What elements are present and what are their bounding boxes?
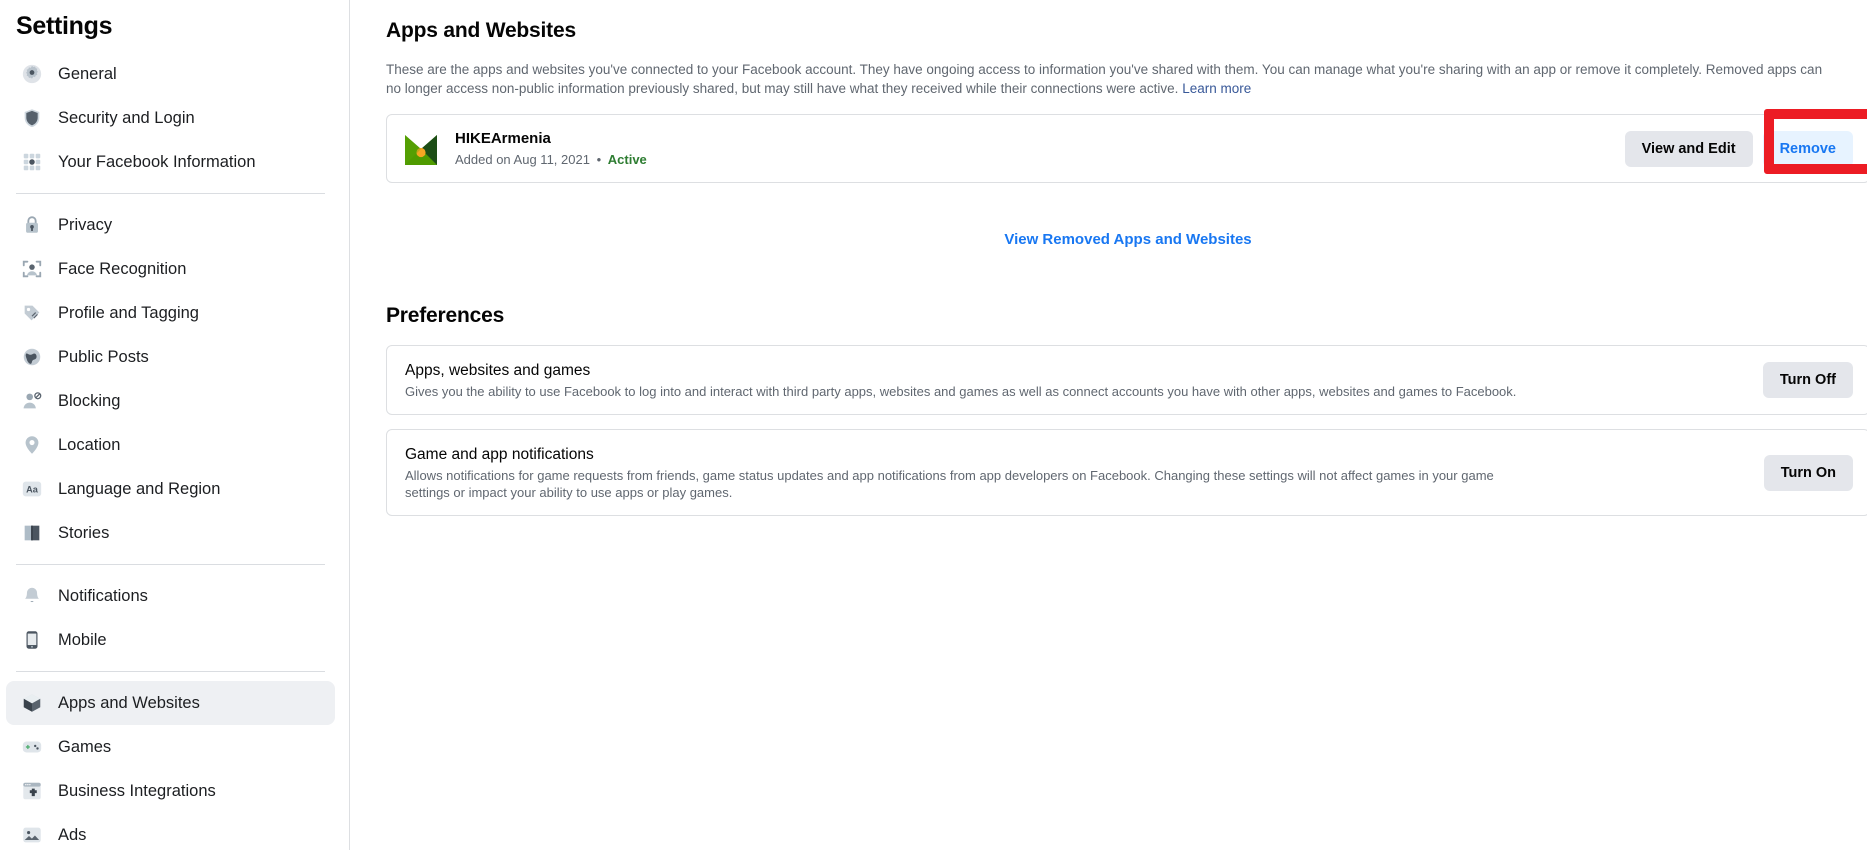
sidebar-item-label: Your Facebook Information xyxy=(58,153,256,171)
app-info: HIKEArmenia Added on Aug 11, 2021 • Acti… xyxy=(455,129,1625,168)
sidebar-item-label: Games xyxy=(58,738,112,756)
preference-text: Game and app notifications Allows notifi… xyxy=(405,444,1764,501)
sidebar-item-notifications[interactable]: Notifications xyxy=(6,574,335,618)
language-aa-icon: Aa xyxy=(20,477,44,501)
sidebar-item-face-recognition[interactable]: Face Recognition xyxy=(6,247,335,291)
sidebar-item-label: Language and Region xyxy=(58,480,221,498)
connected-apps-card: HIKEArmenia Added on Aug 11, 2021 • Acti… xyxy=(386,108,1867,183)
sidebar-divider xyxy=(16,193,325,194)
app-name: HIKEArmenia xyxy=(455,130,551,147)
view-removed-apps-and-websites-link[interactable]: View Removed Apps and Websites xyxy=(1004,231,1251,248)
cube-icon xyxy=(20,691,44,715)
page-title: Settings xyxy=(16,12,113,40)
sidebar-item-profile-and-tagging[interactable]: Profile and Tagging xyxy=(6,291,335,335)
sidebar-item-label: General xyxy=(58,65,117,83)
learn-more-link[interactable]: Learn more xyxy=(1182,81,1251,96)
business-window-icon xyxy=(20,779,44,803)
sidebar-item-label: Privacy xyxy=(58,216,113,234)
preference-text: Apps, websites and games Gives you the a… xyxy=(405,360,1763,400)
preference-card-game-app-notifications: Game and app notifications Allows notifi… xyxy=(386,429,1867,516)
phone-icon xyxy=(20,628,44,652)
sidebar-item-label: Apps and Websites xyxy=(58,694,200,712)
app-meta: Added on Aug 11, 2021 • Active xyxy=(455,151,1625,168)
sidebar-item-label: Stories xyxy=(58,524,110,542)
sidebar-item-privacy[interactable]: Privacy xyxy=(6,203,335,247)
app-actions: View and Edit Remove xyxy=(1624,108,1867,174)
preference-action: Turn Off xyxy=(1762,362,1853,398)
sidebar-item-blocking[interactable]: Blocking xyxy=(6,379,335,423)
sidebar-item-business-integrations[interactable]: Business Integrations xyxy=(6,769,335,813)
sidebar-item-label: Profile and Tagging xyxy=(58,304,199,322)
map-pin-icon xyxy=(20,433,44,457)
sidebar-item-language-and-region[interactable]: Aa Language and Region xyxy=(6,467,335,511)
face-scan-icon xyxy=(20,257,44,281)
sidebar-item-label: Ads xyxy=(58,826,87,844)
sidebar-item-stories[interactable]: Stories xyxy=(6,511,335,555)
globe-icon xyxy=(20,345,44,369)
gear-icon xyxy=(20,62,44,86)
view-removed-link-wrap: View Removed Apps and Websites xyxy=(386,231,1867,249)
intro-paragraph: These are the apps and websites you've c… xyxy=(386,60,1830,98)
sidebar-item-public-posts[interactable]: Public Posts xyxy=(6,335,335,379)
preference-title: Game and app notifications xyxy=(405,446,594,463)
hike-armenia-mountain-logo-icon xyxy=(403,130,439,167)
preference-description: Gives you the ability to use Facebook to… xyxy=(405,384,1517,399)
nav-group-alerts: Notifications Mobile xyxy=(0,574,337,662)
meta-separator: • xyxy=(596,152,602,167)
sidebar-divider xyxy=(16,564,325,565)
app-added-date: Added on Aug 11, 2021 xyxy=(455,152,590,167)
section-heading: Apps and Websites xyxy=(386,19,576,42)
tag-icon xyxy=(20,301,44,325)
sidebar-item-security-and-login[interactable]: Security and Login xyxy=(6,96,335,140)
sidebar-item-location[interactable]: Location xyxy=(6,423,335,467)
image-ad-icon xyxy=(20,823,44,847)
preference-title: Apps, websites and games xyxy=(405,362,591,379)
turn-on-button[interactable]: Turn On xyxy=(1763,454,1853,491)
view-and-edit-button[interactable]: View and Edit xyxy=(1624,130,1753,167)
book-icon xyxy=(20,521,44,545)
sidebar-item-mobile[interactable]: Mobile xyxy=(6,618,335,662)
remove-button[interactable]: Remove xyxy=(1762,130,1853,167)
grid-dots-icon xyxy=(20,150,44,174)
sidebar-item-your-facebook-information[interactable]: Your Facebook Information xyxy=(6,140,335,184)
main-content: Apps and Websites These are the apps and… xyxy=(350,0,1867,850)
sidebar-item-label: Location xyxy=(58,436,121,454)
app-row: HIKEArmenia Added on Aug 11, 2021 • Acti… xyxy=(387,108,1867,182)
settings-page: Settings General Security and Login Your… xyxy=(0,0,1867,850)
bell-icon xyxy=(20,584,44,608)
gamepad-icon xyxy=(20,735,44,759)
preference-action: Turn On xyxy=(1763,454,1853,491)
turn-off-button[interactable]: Turn Off xyxy=(1762,362,1853,398)
intro-text: These are the apps and websites you've c… xyxy=(386,62,1823,96)
sidebar-item-label: Face Recognition xyxy=(58,260,187,278)
person-block-icon xyxy=(20,389,44,413)
sidebar-item-apps-and-websites[interactable]: Apps and Websites xyxy=(6,681,335,725)
sidebar-item-label: Notifications xyxy=(58,587,148,605)
sidebar-item-label: Business Integrations xyxy=(58,782,216,800)
nav-group-account: General Security and Login Your Facebook… xyxy=(0,52,337,184)
sidebar-item-label: Security and Login xyxy=(58,109,195,127)
sidebar-item-games[interactable]: Games xyxy=(6,725,335,769)
sidebar-item-label: Blocking xyxy=(58,392,121,410)
sidebar-item-general[interactable]: General xyxy=(6,52,335,96)
nav-group-apps: Apps and Websites Games Business Integra… xyxy=(0,681,337,850)
svg-text:Aa: Aa xyxy=(26,485,39,495)
sidebar-item-label: Public Posts xyxy=(58,348,149,366)
shield-icon xyxy=(20,106,44,130)
lock-icon xyxy=(20,213,44,237)
settings-sidebar: Settings General Security and Login Your… xyxy=(0,0,350,850)
preference-description: Allows notifications for game requests f… xyxy=(405,468,1494,500)
sidebar-item-label: Mobile xyxy=(58,631,107,649)
sidebar-divider xyxy=(16,671,325,672)
preferences-heading: Preferences xyxy=(386,304,505,327)
preference-card-apps-websites-games: Apps, websites and games Gives you the a… xyxy=(386,345,1867,415)
status-badge: Active xyxy=(607,152,647,167)
sidebar-item-ads[interactable]: Ads xyxy=(6,813,335,850)
nav-group-privacy: Privacy Face Recognition Profile and Tag… xyxy=(0,203,337,555)
